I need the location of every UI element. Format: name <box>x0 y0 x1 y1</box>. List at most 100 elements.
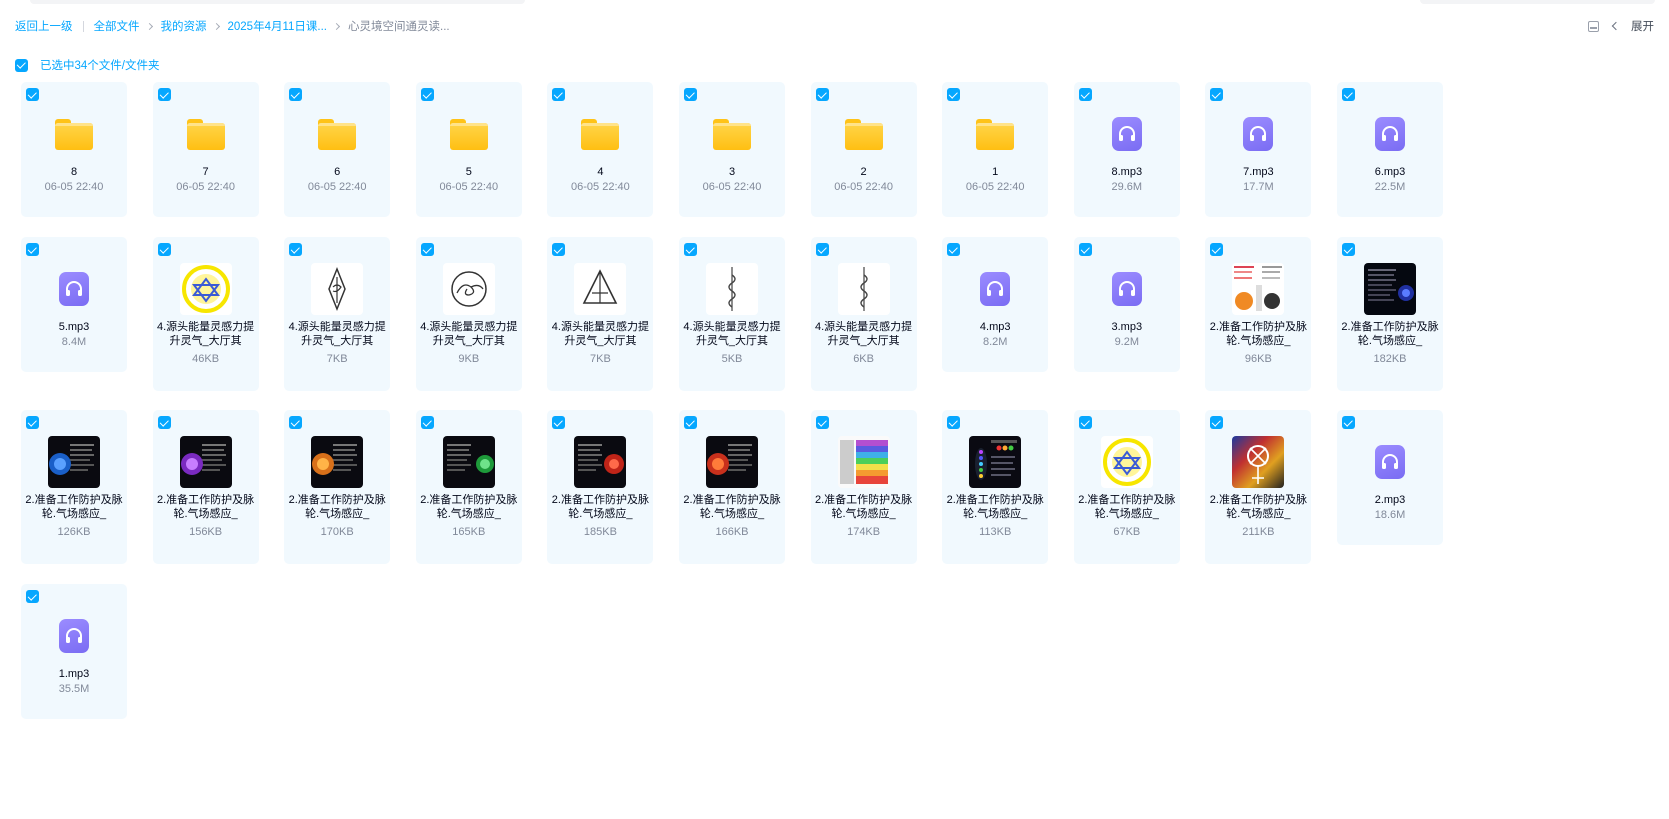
file-checkbox[interactable] <box>947 243 961 256</box>
file-name: 3.mp3 <box>1111 321 1143 333</box>
image-file-card[interactable]: 2.准备工作防护及脉轮.气场感应_ 166KB <box>679 410 785 564</box>
file-checkbox[interactable] <box>815 88 829 101</box>
file-checkbox[interactable] <box>1210 243 1224 256</box>
image-thumbnail <box>1232 436 1285 488</box>
folder-card[interactable]: 1 06-05 22:40 <box>942 82 1049 217</box>
image-file-card[interactable]: 2.准备工作防护及脉轮.气场感应_ 67KB <box>1073 410 1180 564</box>
image-file-card[interactable]: 2.准备工作防护及脉轮.气场感应_ 185KB <box>547 410 654 564</box>
image-file-card[interactable]: 4.源头能量灵感力提升灵气_大厅其 6KB <box>810 237 917 391</box>
file-checkbox[interactable] <box>26 88 39 101</box>
file-checkbox[interactable] <box>1342 416 1355 429</box>
file-checkbox[interactable] <box>1342 88 1355 101</box>
audio-file-card[interactable]: 4.mp3 8.2M <box>942 237 1049 372</box>
file-checkbox[interactable] <box>420 243 434 256</box>
file-size: 166KB <box>715 526 749 538</box>
image-thumbnail <box>706 263 758 315</box>
image-file-card[interactable]: 4.源头能量灵感力提升灵气_大厅其 7KB <box>547 237 654 391</box>
folder-card[interactable]: 7 06-05 22:40 <box>152 82 259 217</box>
file-checkbox[interactable] <box>420 416 434 429</box>
image-file-card[interactable]: 4.源头能量灵感力提升灵气_大厅其 5KB <box>679 237 785 391</box>
list-view-icon[interactable] <box>1588 20 1599 32</box>
image-file-card[interactable]: 4.源头能量灵感力提升灵气_大厅其 7KB <box>284 237 391 391</box>
expand-button[interactable]: 展开 <box>1631 18 1654 34</box>
file-checkbox[interactable] <box>1078 243 1092 256</box>
folder-card[interactable]: 3 06-05 22:40 <box>679 82 785 217</box>
view-controls: 展开 <box>1588 18 1654 34</box>
image-thumbnail <box>969 436 1022 488</box>
file-size: 113KB <box>979 526 1012 538</box>
file-checkbox[interactable] <box>26 416 39 429</box>
select-all-checkbox[interactable] <box>15 58 28 72</box>
file-checkbox[interactable] <box>157 88 171 101</box>
file-size: 6KB <box>853 353 874 365</box>
file-checkbox[interactable] <box>26 243 39 256</box>
folder-card[interactable]: 5 06-05 22:40 <box>415 82 522 217</box>
file-name: 2.准备工作防护及脉轮.气场感应_ <box>1341 321 1439 347</box>
file-checkbox[interactable] <box>815 243 829 256</box>
audio-file-card[interactable]: 2.mp3 18.6M <box>1337 410 1443 545</box>
audio-file-icon <box>1101 263 1153 315</box>
file-name: 8 <box>70 166 78 178</box>
image-thumbnail <box>311 263 364 315</box>
file-checkbox[interactable] <box>552 88 566 101</box>
breadcrumb-course-folder[interactable]: 2025年4月11日课... <box>228 18 328 34</box>
file-checkbox[interactable] <box>289 243 303 256</box>
image-file-card[interactable]: 2.准备工作防护及脉轮.气场感应_ 211KB <box>1205 410 1312 564</box>
image-file-card[interactable]: 4.源头能量灵感力提升灵气_大厅其 46KB <box>152 237 259 391</box>
file-checkbox[interactable] <box>684 88 697 101</box>
file-checkbox[interactable] <box>552 416 566 429</box>
image-file-card[interactable]: 2.准备工作防护及脉轮.气场感应_ 126KB <box>21 410 127 564</box>
audio-file-card[interactable]: 1.mp3 35.5M <box>21 584 127 719</box>
file-checkbox[interactable] <box>1078 88 1092 101</box>
file-checkbox[interactable] <box>1210 88 1224 101</box>
modified-time: 06-05 22:40 <box>965 181 1025 193</box>
file-name: 2.准备工作防护及脉轮.气场感应_ <box>288 494 386 520</box>
audio-file-card[interactable]: 5.mp3 8.4M <box>21 237 127 372</box>
file-checkbox[interactable] <box>1342 243 1355 256</box>
image-file-card[interactable]: 2.准备工作防护及脉轮.气场感应_ 165KB <box>415 410 522 564</box>
folder-icon <box>311 108 363 160</box>
file-checkbox[interactable] <box>26 590 39 603</box>
image-file-card[interactable]: 2.准备工作防护及脉轮.气场感应_ 113KB <box>942 410 1049 564</box>
file-checkbox[interactable] <box>947 88 961 101</box>
file-checkbox[interactable] <box>684 416 697 429</box>
file-checkbox[interactable] <box>289 88 303 101</box>
audio-file-card[interactable]: 6.mp3 22.5M <box>1337 82 1443 217</box>
folder-card[interactable]: 8 06-05 22:40 <box>21 82 127 217</box>
file-checkbox[interactable] <box>420 88 434 101</box>
file-checkbox[interactable] <box>815 416 829 429</box>
file-size: 22.5M <box>1374 181 1406 193</box>
folder-card[interactable]: 6 06-05 22:40 <box>284 82 391 217</box>
breadcrumb-divider <box>82 20 84 32</box>
file-checkbox[interactable] <box>157 243 171 256</box>
file-name: 4.源头能量灵感力提升灵气_大厅其 <box>157 321 255 347</box>
image-thumbnail <box>706 436 758 488</box>
image-file-card[interactable]: 2.准备工作防护及脉轮.气场感应_ 174KB <box>810 410 917 564</box>
audio-file-card[interactable]: 7.mp3 17.7M <box>1205 82 1312 217</box>
back-link[interactable]: 返回上一级 <box>15 18 73 34</box>
file-checkbox[interactable] <box>684 243 697 256</box>
image-file-card[interactable]: 2.准备工作防护及脉轮.气场感应_ 156KB <box>152 410 259 564</box>
image-file-card[interactable]: 2.准备工作防护及脉轮.气场感应_ 182KB <box>1337 237 1443 391</box>
image-file-card[interactable]: 4.源头能量灵感力提升灵气_大厅其 9KB <box>415 237 522 391</box>
file-checkbox[interactable] <box>1078 416 1092 429</box>
breadcrumb-all-files[interactable]: 全部文件 <box>94 18 140 34</box>
image-file-card[interactable]: 2.准备工作防护及脉轮.气场感应_ 96KB <box>1205 237 1312 391</box>
breadcrumb-my-resources[interactable]: 我的资源 <box>161 18 207 34</box>
audio-file-card[interactable]: 3.mp3 9.2M <box>1073 237 1180 372</box>
file-checkbox[interactable] <box>289 416 303 429</box>
folder-icon <box>574 108 626 160</box>
file-checkbox[interactable] <box>157 416 171 429</box>
image-file-card[interactable]: 2.准备工作防护及脉轮.气场感应_ 170KB <box>284 410 391 564</box>
chevron-left-icon[interactable] <box>1611 21 1621 31</box>
file-checkbox[interactable] <box>552 243 566 256</box>
file-checkbox[interactable] <box>1210 416 1224 429</box>
modified-time: 06-05 22:40 <box>571 181 630 193</box>
folder-card[interactable]: 2 06-05 22:40 <box>810 82 917 217</box>
image-thumbnail <box>179 436 232 488</box>
file-name: 4 <box>597 166 604 178</box>
file-name: 2.准备工作防护及脉轮.气场感应_ <box>551 494 649 520</box>
audio-file-card[interactable]: 8.mp3 29.6M <box>1073 82 1180 217</box>
file-checkbox[interactable] <box>947 416 961 429</box>
folder-card[interactable]: 4 06-05 22:40 <box>547 82 654 217</box>
